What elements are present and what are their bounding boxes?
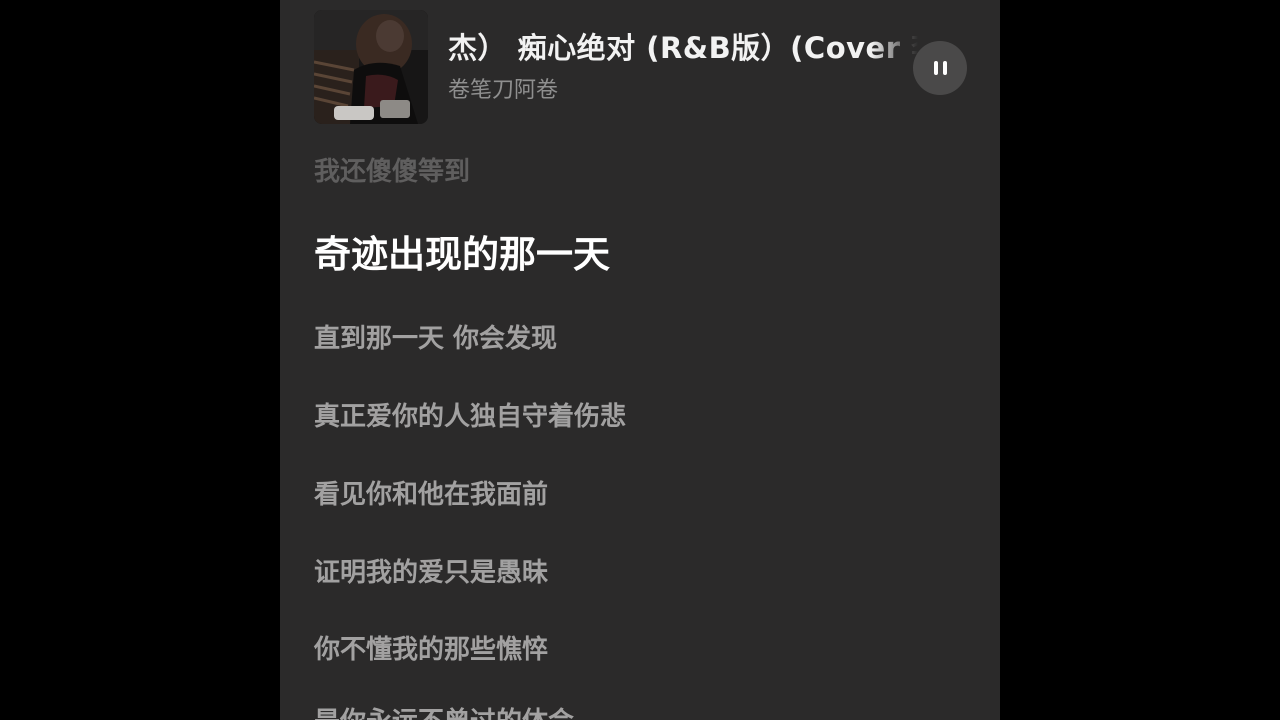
lyric-line[interactable]: 证明我的爱只是愚昧 — [314, 555, 548, 591]
lyric-line[interactable]: 是你永远不曾过的体会 — [314, 704, 574, 720]
lyric-line-current[interactable]: 奇迹出现的那一天 — [314, 230, 610, 280]
lyric-line[interactable]: 真正爱你的人独自守着伤悲 — [314, 399, 626, 435]
lyric-line[interactable]: 看见你和他在我面前 — [314, 477, 548, 513]
lyric-line[interactable]: 直到那一天 你会发现 — [314, 321, 557, 357]
lyric-line[interactable]: 你不懂我的那些憔悴 — [314, 632, 548, 668]
lyrics-list: 我还傻傻等到 奇迹出现的那一天 直到那一天 你会发现 真正爱你的人独自守着伤悲 … — [314, 0, 964, 720]
lyric-line[interactable]: 我还傻傻等到 — [314, 154, 470, 190]
screen: 杰） 痴心绝对 (R&B版）(Cover 李圣杰) 卷笔刀阿卷 我还傻傻等到 奇… — [0, 0, 1280, 720]
lyrics-player-panel: 杰） 痴心绝对 (R&B版）(Cover 李圣杰) 卷笔刀阿卷 我还傻傻等到 奇… — [280, 0, 1000, 720]
